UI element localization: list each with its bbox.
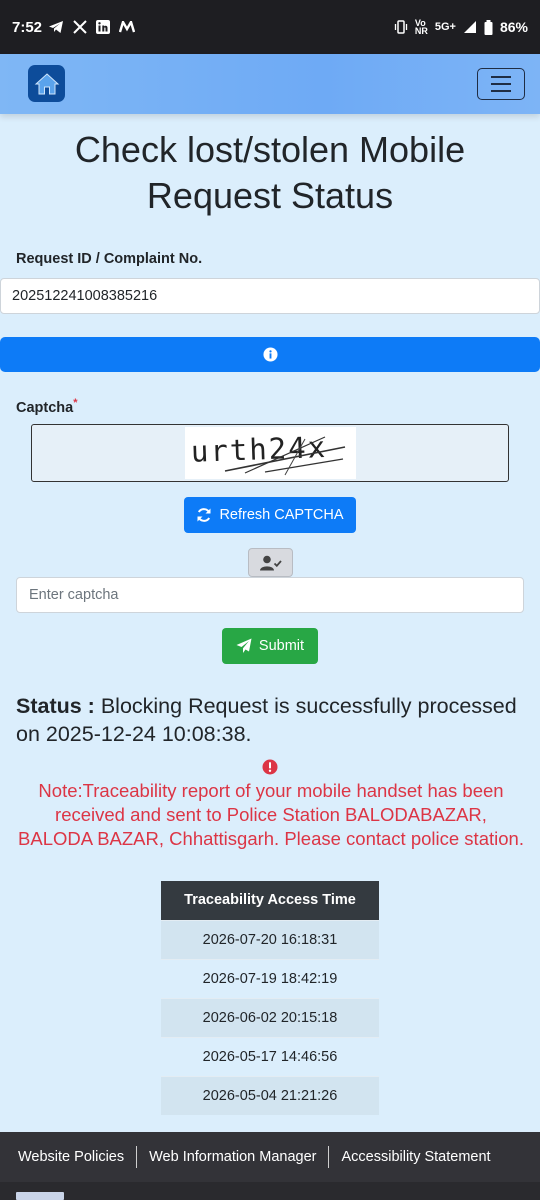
signal-icon (463, 21, 476, 33)
submit-button[interactable]: Submit (222, 628, 318, 664)
paper-plane-icon (236, 638, 252, 653)
required-mark: * (73, 397, 78, 409)
user-check-icon (259, 555, 282, 570)
volte-indicator: Vo NR (414, 18, 428, 36)
footer-link-website-policies[interactable]: Website Policies (0, 1149, 136, 1165)
table-cell: 2026-07-20 16:18:31 (161, 919, 379, 959)
table-cell: 2026-05-04 21:21:26 (161, 1075, 379, 1115)
table-header: Traceability Access Time (161, 881, 379, 920)
request-id-label: Request ID / Complaint No. (16, 251, 203, 267)
info-icon (262, 347, 278, 362)
captcha-label: Captcha* (16, 397, 78, 416)
status-bar: 7:52 Vo NR 5G+ 86% (0, 0, 540, 54)
home-icon (34, 72, 59, 94)
telegram-icon (49, 21, 64, 33)
battery-icon (484, 19, 493, 35)
vibrate-icon (394, 20, 408, 34)
battery-percent: 86% (499, 19, 528, 35)
network-type: 5G+ (434, 21, 456, 33)
user-check-button[interactable] (248, 548, 293, 577)
status-message: Status : Blocking Request is successfull… (16, 692, 526, 748)
m-app-icon (119, 21, 136, 33)
hamburger-icon-line (491, 90, 511, 92)
hamburger-icon (491, 76, 511, 78)
table-cell: 2026-07-19 18:42:19 (161, 958, 379, 998)
footer-link-web-information-manager[interactable]: Web Information Manager (137, 1149, 328, 1165)
hamburger-icon-line (491, 83, 511, 85)
table-row: 2026-07-19 18:42:19 (161, 958, 379, 998)
footer: Website Policies Web Information Manager… (0, 1132, 540, 1182)
page-title: Check lost/stolen Mobile Request Status (74, 129, 466, 216)
refresh-icon (197, 508, 211, 522)
footer-logo (16, 1192, 64, 1200)
table-row: 2026-05-04 21:21:26 (161, 1075, 379, 1115)
status-time: 7:52 (12, 18, 43, 36)
request-id-input[interactable]: 202512241008385216 (0, 278, 540, 314)
navbar (0, 54, 540, 114)
footer-link-accessibility-statement[interactable]: Accessibility Statement (329, 1149, 502, 1165)
captcha-container: urth24x (31, 424, 509, 482)
traceability-note: Note:Traceability report of your mobile … (18, 780, 524, 849)
status-prefix: Status : (16, 694, 95, 718)
traceability-table: Traceability Access Time 2026-07-20 16:1… (161, 881, 379, 1115)
home-button[interactable] (28, 65, 65, 102)
table-row: 2026-07-20 16:18:31 (161, 919, 379, 959)
captcha-input[interactable]: Enter captcha (16, 577, 524, 613)
system-icons: Vo NR 5G+ 86% (394, 18, 528, 36)
menu-toggle-button[interactable] (477, 68, 525, 100)
table-cell: 2026-05-17 14:46:56 (161, 1036, 379, 1076)
table-cell: 2026-06-02 20:15:18 (161, 997, 379, 1037)
notification-icons (48, 20, 136, 34)
exclamation-circle-icon (262, 759, 278, 775)
info-button[interactable] (0, 337, 540, 372)
x-icon (73, 20, 87, 34)
captcha-image-text: urth24x (190, 430, 327, 469)
footer-bottom (0, 1182, 540, 1200)
captcha-image: urth24x (185, 427, 356, 479)
linkedin-icon (96, 20, 111, 34)
refresh-captcha-button[interactable]: Refresh CAPTCHA (184, 497, 356, 533)
table-row: 2026-06-02 20:15:18 (161, 997, 379, 1037)
table-row: 2026-05-17 14:46:56 (161, 1036, 379, 1076)
